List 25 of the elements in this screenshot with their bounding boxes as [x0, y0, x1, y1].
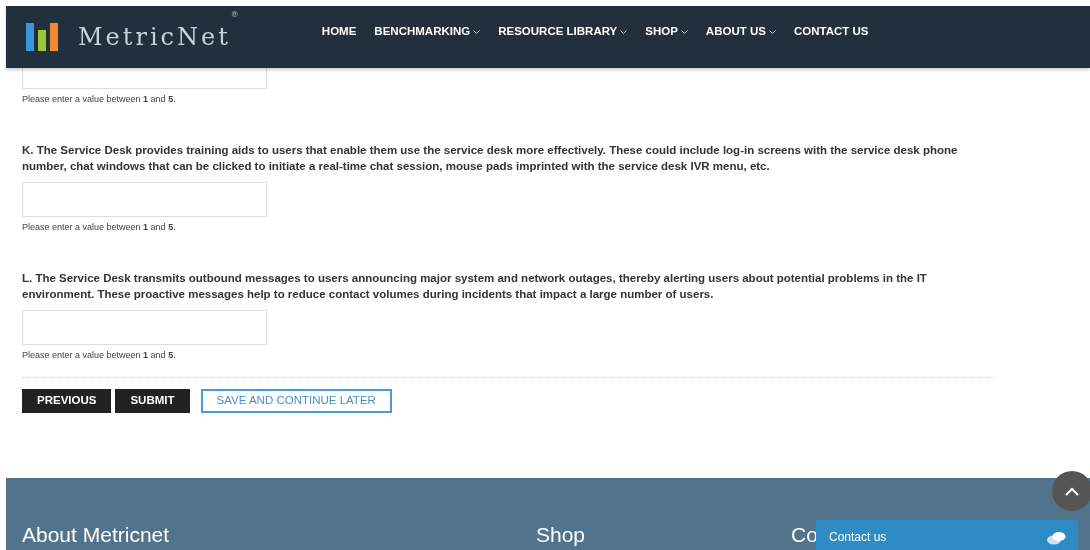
registered-mark: ® [230, 10, 242, 19]
question-text: L. The Service Desk transmits outbound messages to users announcing major system and network outages, thereby alerting users about potential problems in the IT environment. These proactive messages help to reduce contact volumes during incidents that impact a large number of users. [22, 271, 928, 302]
answer-field[interactable] [22, 182, 267, 217]
nav-link[interactable]: HOME [321, 23, 357, 41]
footer-heading: Shop [536, 522, 586, 548]
save-later-button[interactable]: SAVE AND CONTINUE LATER [200, 389, 392, 413]
hint-text: Please enter a value between 1 and 5. [22, 221, 177, 233]
scroll-to-top-button[interactable] [1052, 471, 1090, 511]
form-button[interactable]: PREVIOUS [22, 389, 112, 413]
chevron-up-icon [1065, 486, 1079, 496]
form-button[interactable]: SUBMIT [115, 389, 190, 413]
question-text: K. The Service Desk provides training aids to users that enable them use the service desk more effectively. These could include log-in screens with the service desk phone number, chat windows that can be clicked to initiate a real-time chat session, mouse pads imprinted with the service desk IVR menu, etc. [22, 143, 959, 174]
nav-link[interactable]: BENCHMARKING [374, 23, 481, 41]
footer-heading: Co [791, 522, 818, 548]
footer-heading: About Metricnet [22, 522, 170, 548]
nav-link[interactable]: ABOUT US [705, 23, 776, 41]
nav-link[interactable]: CONTACT US [793, 23, 869, 41]
nav-link[interactable]: SHOP [645, 23, 688, 41]
hint-text: Please enter a value between 1 and 5. [22, 349, 177, 361]
chat-bubbles-icon [1046, 531, 1066, 545]
answer-field[interactable] [22, 68, 267, 89]
hint-text: Please enter a value between 1 and 5. [22, 93, 177, 105]
contact-us-label[interactable]: Contact us [829, 529, 887, 550]
nav-link[interactable]: RESOURCE LIBRARY [498, 23, 628, 41]
answer-field[interactable] [22, 310, 267, 345]
